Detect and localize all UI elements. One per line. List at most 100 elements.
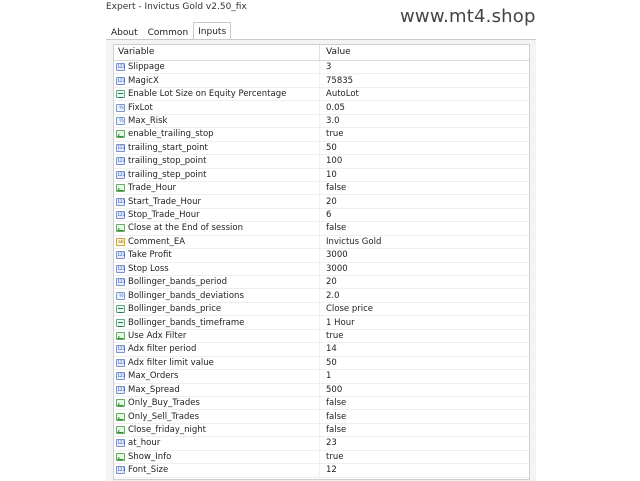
- table-row[interactable]: trailing_start_point 50: [114, 141, 529, 156]
- number-icon: [116, 345, 125, 354]
- number-icon: [116, 63, 125, 72]
- value-cell[interactable]: 3000: [320, 249, 348, 261]
- value-cell[interactable]: 0.05: [320, 101, 345, 113]
- value-cell[interactable]: true: [320, 330, 343, 342]
- value-cell[interactable]: false: [320, 424, 346, 436]
- table-row[interactable]: Slippage 3: [114, 61, 529, 75]
- number-icon: [116, 439, 125, 448]
- value-cell[interactable]: 14: [320, 343, 337, 355]
- value-cell[interactable]: false: [320, 222, 346, 234]
- table-row[interactable]: Font_Size 12: [114, 464, 529, 478]
- table-row[interactable]: Use Adx Filter true: [114, 329, 529, 344]
- value-cell[interactable]: 20: [320, 195, 337, 207]
- number-icon: [116, 358, 125, 367]
- bool-icon: [116, 452, 125, 461]
- variable-name: Stop Loss: [128, 263, 169, 274]
- table-row[interactable]: Max_Spread 500: [114, 383, 529, 397]
- table-row[interactable]: trailing_stop_point 100: [114, 155, 529, 169]
- table-row[interactable]: Bollinger_bands_period 20: [114, 276, 529, 290]
- value-cell[interactable]: true: [320, 451, 343, 463]
- table-row[interactable]: Enable Lot Size on Equity Percentage Auto…: [114, 87, 529, 102]
- table-row[interactable]: Stop_Trade_Hour 6: [114, 208, 529, 223]
- variable-cell: Enable Lot Size on Equity Percentage: [114, 87, 320, 101]
- variable-name: Show_Info: [128, 451, 172, 462]
- value-cell[interactable]: 3: [320, 61, 331, 73]
- variable-cell: Font_Size: [114, 464, 320, 477]
- variable-cell: Adx filter period: [114, 343, 320, 356]
- value-cell[interactable]: 3.0: [320, 115, 340, 127]
- bool-icon: [116, 412, 125, 421]
- table-row[interactable]: enable_trailing_stop true: [114, 128, 529, 142]
- table-row[interactable]: Show_Info true: [114, 450, 529, 465]
- value-cell[interactable]: 1 Hour: [320, 316, 355, 328]
- table-row[interactable]: trailing_step_point 10: [114, 168, 529, 182]
- variable-name: Stop_Trade_Hour: [128, 210, 200, 221]
- variable-cell: Max_Orders: [114, 370, 320, 383]
- value-cell[interactable]: 12: [320, 464, 337, 476]
- table-row[interactable]: Comment_EA Invictus Gold: [114, 235, 529, 250]
- table-row[interactable]: Adx filter limit value 50: [114, 356, 529, 371]
- table-row[interactable]: Take Profit 3000: [114, 249, 529, 263]
- variable-name: Start_Trade_Hour: [128, 196, 202, 207]
- value-cell[interactable]: 1: [320, 370, 331, 382]
- variable-name: MagicX: [128, 75, 159, 86]
- table-row[interactable]: Only_Buy_Trades false: [114, 396, 529, 411]
- watermark-text: www.mt4.shop: [400, 6, 536, 27]
- variable-name: Enable Lot Size on Equity Percentage: [128, 89, 287, 100]
- table-row[interactable]: Close at the End of session false: [114, 222, 529, 236]
- grid-rows: Slippage3MagicX75835Enable Lot Size on E…: [114, 61, 529, 478]
- table-row[interactable]: at_hour 23: [114, 437, 529, 451]
- table-row[interactable]: Trade_Hour false: [114, 181, 529, 196]
- variable-cell: Only_Sell_Trades: [114, 410, 320, 423]
- value-cell[interactable]: 10: [320, 169, 337, 181]
- table-row[interactable]: Adx filter period 14: [114, 343, 529, 357]
- variable-name: Bollinger_bands_deviations: [128, 290, 244, 301]
- table-row[interactable]: Start_Trade_Hour 20: [114, 195, 529, 209]
- value-cell[interactable]: false: [320, 397, 346, 409]
- value-cell[interactable]: true: [320, 128, 343, 140]
- value-cell[interactable]: 100: [320, 155, 342, 167]
- table-row[interactable]: Bollinger_bands_deviations 2.0: [114, 289, 529, 303]
- variable-cell: Show_Info: [114, 450, 320, 464]
- value-cell[interactable]: 3000: [320, 263, 348, 275]
- table-row[interactable]: MagicX 75835: [114, 74, 529, 88]
- column-header-variable[interactable]: Variable: [114, 45, 320, 60]
- double-icon: [116, 103, 125, 112]
- table-row[interactable]: FixLot 0.05: [114, 101, 529, 115]
- table-row[interactable]: Bollinger_bands_timeframe 1 Hour: [114, 316, 529, 330]
- number-icon: [116, 157, 125, 166]
- variable-cell: Close at the End of session: [114, 222, 320, 235]
- number-icon: [116, 211, 125, 220]
- table-row[interactable]: Max_Orders 1: [114, 370, 529, 384]
- variable-cell: Start_Trade_Hour: [114, 195, 320, 208]
- value-cell[interactable]: 500: [320, 384, 342, 396]
- number-icon: [116, 197, 125, 206]
- table-row[interactable]: Bollinger_bands_price Close price: [114, 302, 529, 317]
- value-cell[interactable]: 75835: [320, 74, 353, 86]
- value-cell[interactable]: AutoLot: [320, 88, 359, 100]
- number-icon: [116, 143, 125, 152]
- table-row[interactable]: Stop Loss 3000: [114, 262, 529, 276]
- bool-icon: [116, 399, 125, 408]
- table-row[interactable]: Only_Sell_Trades false: [114, 410, 529, 424]
- enum-icon: [116, 90, 125, 99]
- value-cell[interactable]: 20: [320, 276, 337, 288]
- value-cell[interactable]: 6: [320, 209, 331, 221]
- value-cell[interactable]: false: [320, 410, 346, 422]
- variable-cell: Stop Loss: [114, 262, 320, 275]
- value-cell[interactable]: 50: [320, 142, 337, 154]
- value-cell[interactable]: 50: [320, 357, 337, 369]
- number-icon: [116, 372, 125, 381]
- value-cell[interactable]: Invictus Gold: [320, 236, 381, 248]
- variable-cell: Max_Spread: [114, 383, 320, 396]
- table-row[interactable]: Close_friday_night false: [114, 423, 529, 438]
- value-cell[interactable]: Close price: [320, 303, 373, 315]
- variable-name: trailing_start_point: [128, 142, 208, 153]
- column-header-value[interactable]: Value: [320, 45, 351, 60]
- variable-cell: at_hour: [114, 437, 320, 450]
- variable-cell: FixLot: [114, 101, 320, 114]
- table-row[interactable]: Max_Risk 3.0: [114, 114, 529, 129]
- value-cell[interactable]: 2.0: [320, 289, 340, 301]
- value-cell[interactable]: 23: [320, 437, 337, 449]
- value-cell[interactable]: false: [320, 182, 346, 194]
